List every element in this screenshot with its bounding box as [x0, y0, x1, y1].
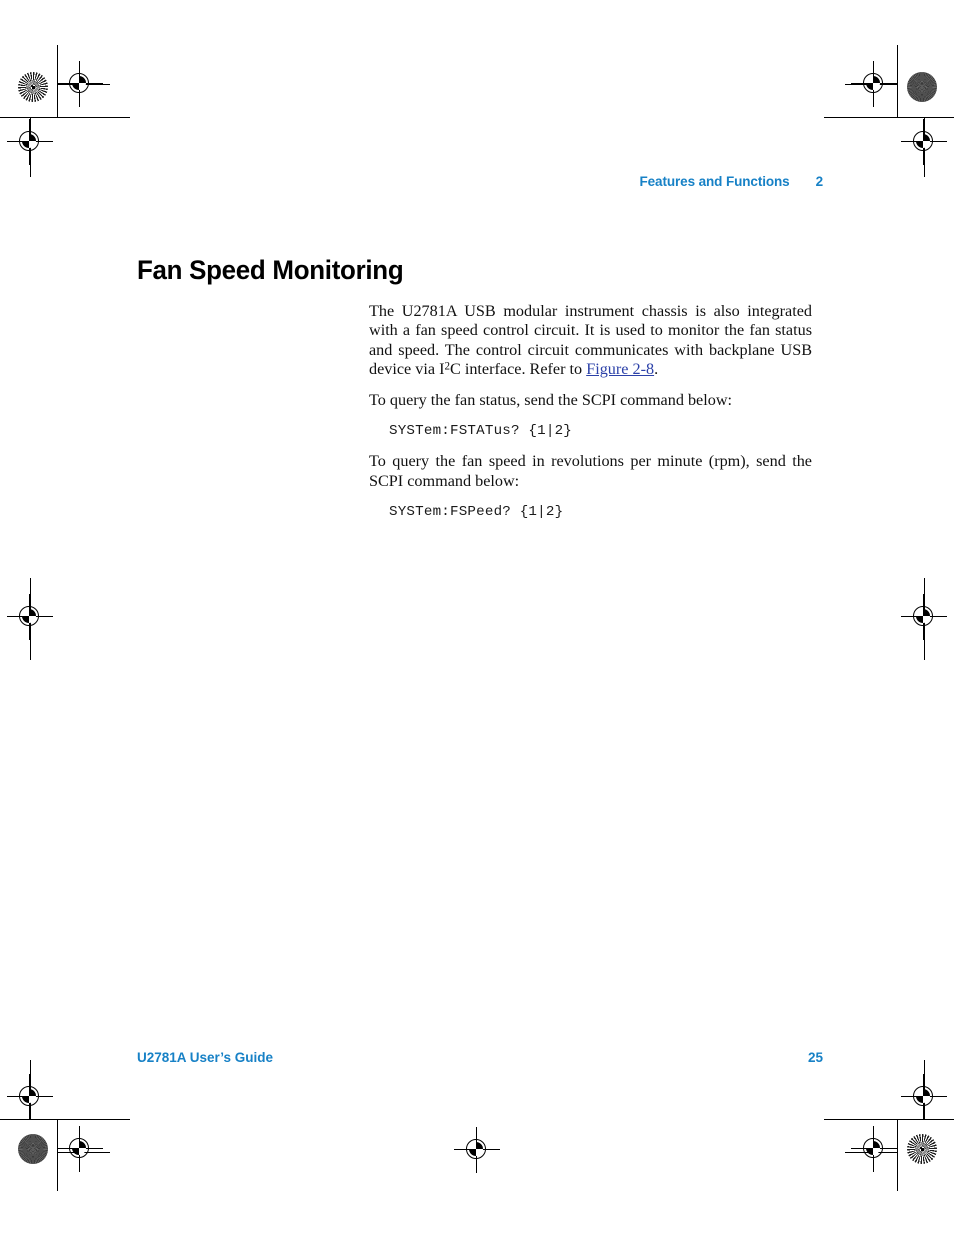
- crosshair-quadrant-core: [72, 1141, 86, 1155]
- trim-line-top-right-inner-v: [897, 45, 898, 117]
- registration-mark-bottom-right-inner: [851, 1126, 897, 1172]
- page-title: Fan Speed Monitoring: [137, 255, 404, 286]
- density-patch-bottom-left: [18, 1134, 48, 1164]
- registration-mark-bottom-right-outer: [901, 1074, 947, 1120]
- trim-line-top-left-h: [0, 117, 130, 118]
- figure-cross-reference-link[interactable]: Figure 2-8: [586, 360, 654, 378]
- running-header-chapter-number: 2: [815, 174, 824, 189]
- crosshair-quadrant-core: [916, 134, 930, 148]
- crosshair-quadrant-core: [72, 76, 86, 90]
- running-header: Features and Functions 2: [137, 174, 824, 189]
- manual-page: Features and Functions 2 Fan Speed Monito…: [0, 0, 954, 1235]
- scpi-command-fan-speed: SYSTem:FSPeed? {1|2}: [389, 504, 564, 521]
- registration-mark-top-right-outer: [901, 119, 947, 165]
- trim-line-bottom-right-inner-v: [897, 1119, 898, 1191]
- registration-mark-top-left-inner: [57, 61, 103, 107]
- star-target-bottom-right: [907, 1134, 937, 1164]
- crosshair-quadrant-core: [22, 134, 36, 148]
- star-target-top-left: [18, 72, 48, 102]
- density-patch-top-right: [907, 72, 937, 102]
- crosshair-quadrant-core: [22, 1089, 36, 1103]
- crosshair-quadrant-core: [866, 76, 880, 90]
- paragraph-intro-text-c: .: [654, 359, 659, 378]
- registration-mark-bottom-left-outer: [7, 1074, 53, 1120]
- scpi-command-fan-status: SYSTem:FSTATus? {1|2}: [389, 423, 572, 440]
- paragraph-intro-text-b: C interface. Refer to: [450, 359, 587, 378]
- registration-mark-bottom-left-inner: [57, 1126, 103, 1172]
- crosshair-quadrant-core: [916, 1089, 930, 1103]
- registration-mark-bottom-center: [454, 1127, 500, 1173]
- crosshair-quadrant-core: [22, 609, 36, 623]
- crosshair-quadrant-core: [469, 1142, 483, 1156]
- registration-mark-mid-left: [7, 594, 53, 640]
- registration-mark-top-left-outer: [7, 119, 53, 165]
- crosshair-quadrant-core: [866, 1141, 880, 1155]
- crosshair-quadrant-core: [916, 609, 930, 623]
- paragraph-fan-status: To query the fan status, send the SCPI c…: [369, 391, 733, 410]
- running-header-chapter-title: Features and Functions: [639, 174, 790, 189]
- footer-page-number: 25: [807, 1050, 823, 1065]
- registration-mark-top-right-inner: [851, 61, 897, 107]
- registration-mark-mid-right: [901, 594, 947, 640]
- trim-line-top-right-h: [824, 117, 954, 118]
- page-footer: U2781A User’s Guide 25: [137, 1050, 823, 1065]
- footer-guide-title: U2781A User’s Guide: [137, 1050, 274, 1065]
- paragraph-intro: The U2781A USB modular instrument chassi…: [369, 302, 812, 379]
- body-content: The U2781A USB modular instrument chassi…: [369, 302, 812, 533]
- paragraph-fan-speed: To query the fan speed in revolutions pe…: [369, 452, 812, 490]
